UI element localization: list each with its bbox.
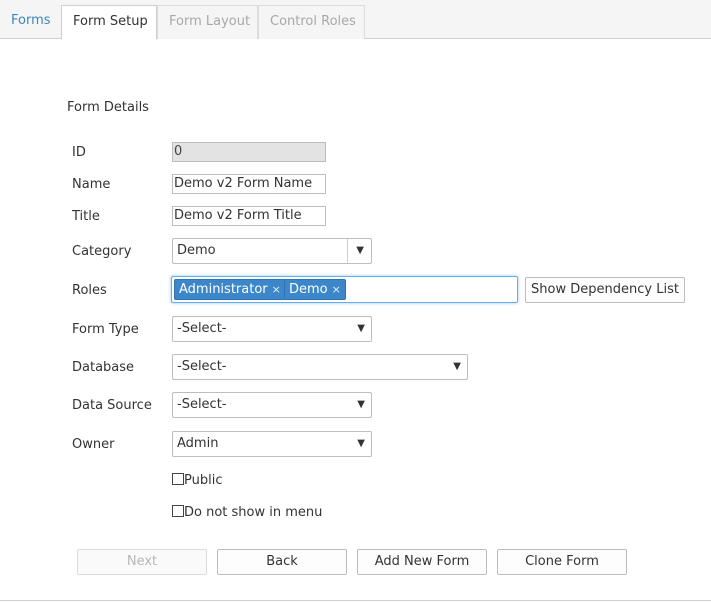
owner-select[interactable]: Admin ▼ [172,431,372,457]
chevron-down-icon: ▼ [357,438,365,449]
roles-label: Roles [72,283,107,298]
data-source-select[interactable]: -Select- ▼ [172,392,372,418]
name-field[interactable]: Demo v2 Form Name [172,174,326,194]
remove-icon[interactable]: × [332,283,341,296]
add-new-form-button[interactable]: Add New Form [357,549,487,575]
tab-bar: Forms Form Setup Form Layout Control Rol… [0,0,711,40]
public-checkbox[interactable] [172,473,184,485]
form-type-value: -Select- [177,321,227,336]
back-button[interactable]: Back [217,549,347,575]
form-type-select[interactable]: -Select- ▼ [172,316,372,342]
data-source-value: -Select- [177,397,227,412]
id-field: 0 [172,142,326,162]
id-label: ID [72,145,86,160]
category-select[interactable]: Demo ▼ [172,238,372,264]
hide-in-menu-checkbox[interactable] [172,505,184,517]
category-value: Demo [177,243,216,258]
owner-label: Owner [72,437,115,452]
title-field[interactable]: Demo v2 Form Title [172,206,326,226]
tab-form-setup[interactable]: Form Setup [61,5,157,40]
owner-value: Admin [177,436,219,451]
chevron-down-icon: ▼ [356,245,364,256]
hide-in-menu-checkbox-row: Do not show in menu [172,505,322,520]
public-label: Public [184,473,223,488]
category-divider [347,239,348,263]
data-source-label: Data Source [72,398,152,413]
database-select[interactable]: -Select- ▼ [172,354,468,380]
hide-in-menu-label: Do not show in menu [184,505,323,520]
chevron-down-icon: ▼ [357,323,365,334]
category-label: Category [72,244,132,259]
clone-form-button[interactable]: Clone Form [497,549,627,575]
public-checkbox-row: Public [172,473,222,488]
tab-forms[interactable]: Forms [0,5,62,39]
section-title: Form Details [67,100,149,115]
chevron-down-icon: ▼ [357,399,365,410]
role-chip-administrator: Administrator × [174,279,286,300]
database-value: -Select- [177,359,227,374]
database-label: Database [72,360,135,375]
name-label: Name [72,177,111,192]
show-dependency-button[interactable]: Show Dependency List [525,277,685,303]
tab-control-roles[interactable]: Control Roles [258,5,365,39]
next-button[interactable]: Next [77,549,207,575]
chevron-down-icon: ▼ [453,361,461,372]
role-chip-demo: Demo × [284,279,346,300]
bottom-divider [0,600,711,601]
title-label: Title [72,209,100,224]
role-chip-label: Demo [289,282,328,297]
role-chip-label: Administrator [179,282,268,297]
remove-icon[interactable]: × [272,283,281,296]
tab-form-layout[interactable]: Form Layout [157,5,258,39]
roles-multiselect[interactable]: Administrator × Demo × [171,276,518,303]
form-type-label: Form Type [72,322,139,337]
